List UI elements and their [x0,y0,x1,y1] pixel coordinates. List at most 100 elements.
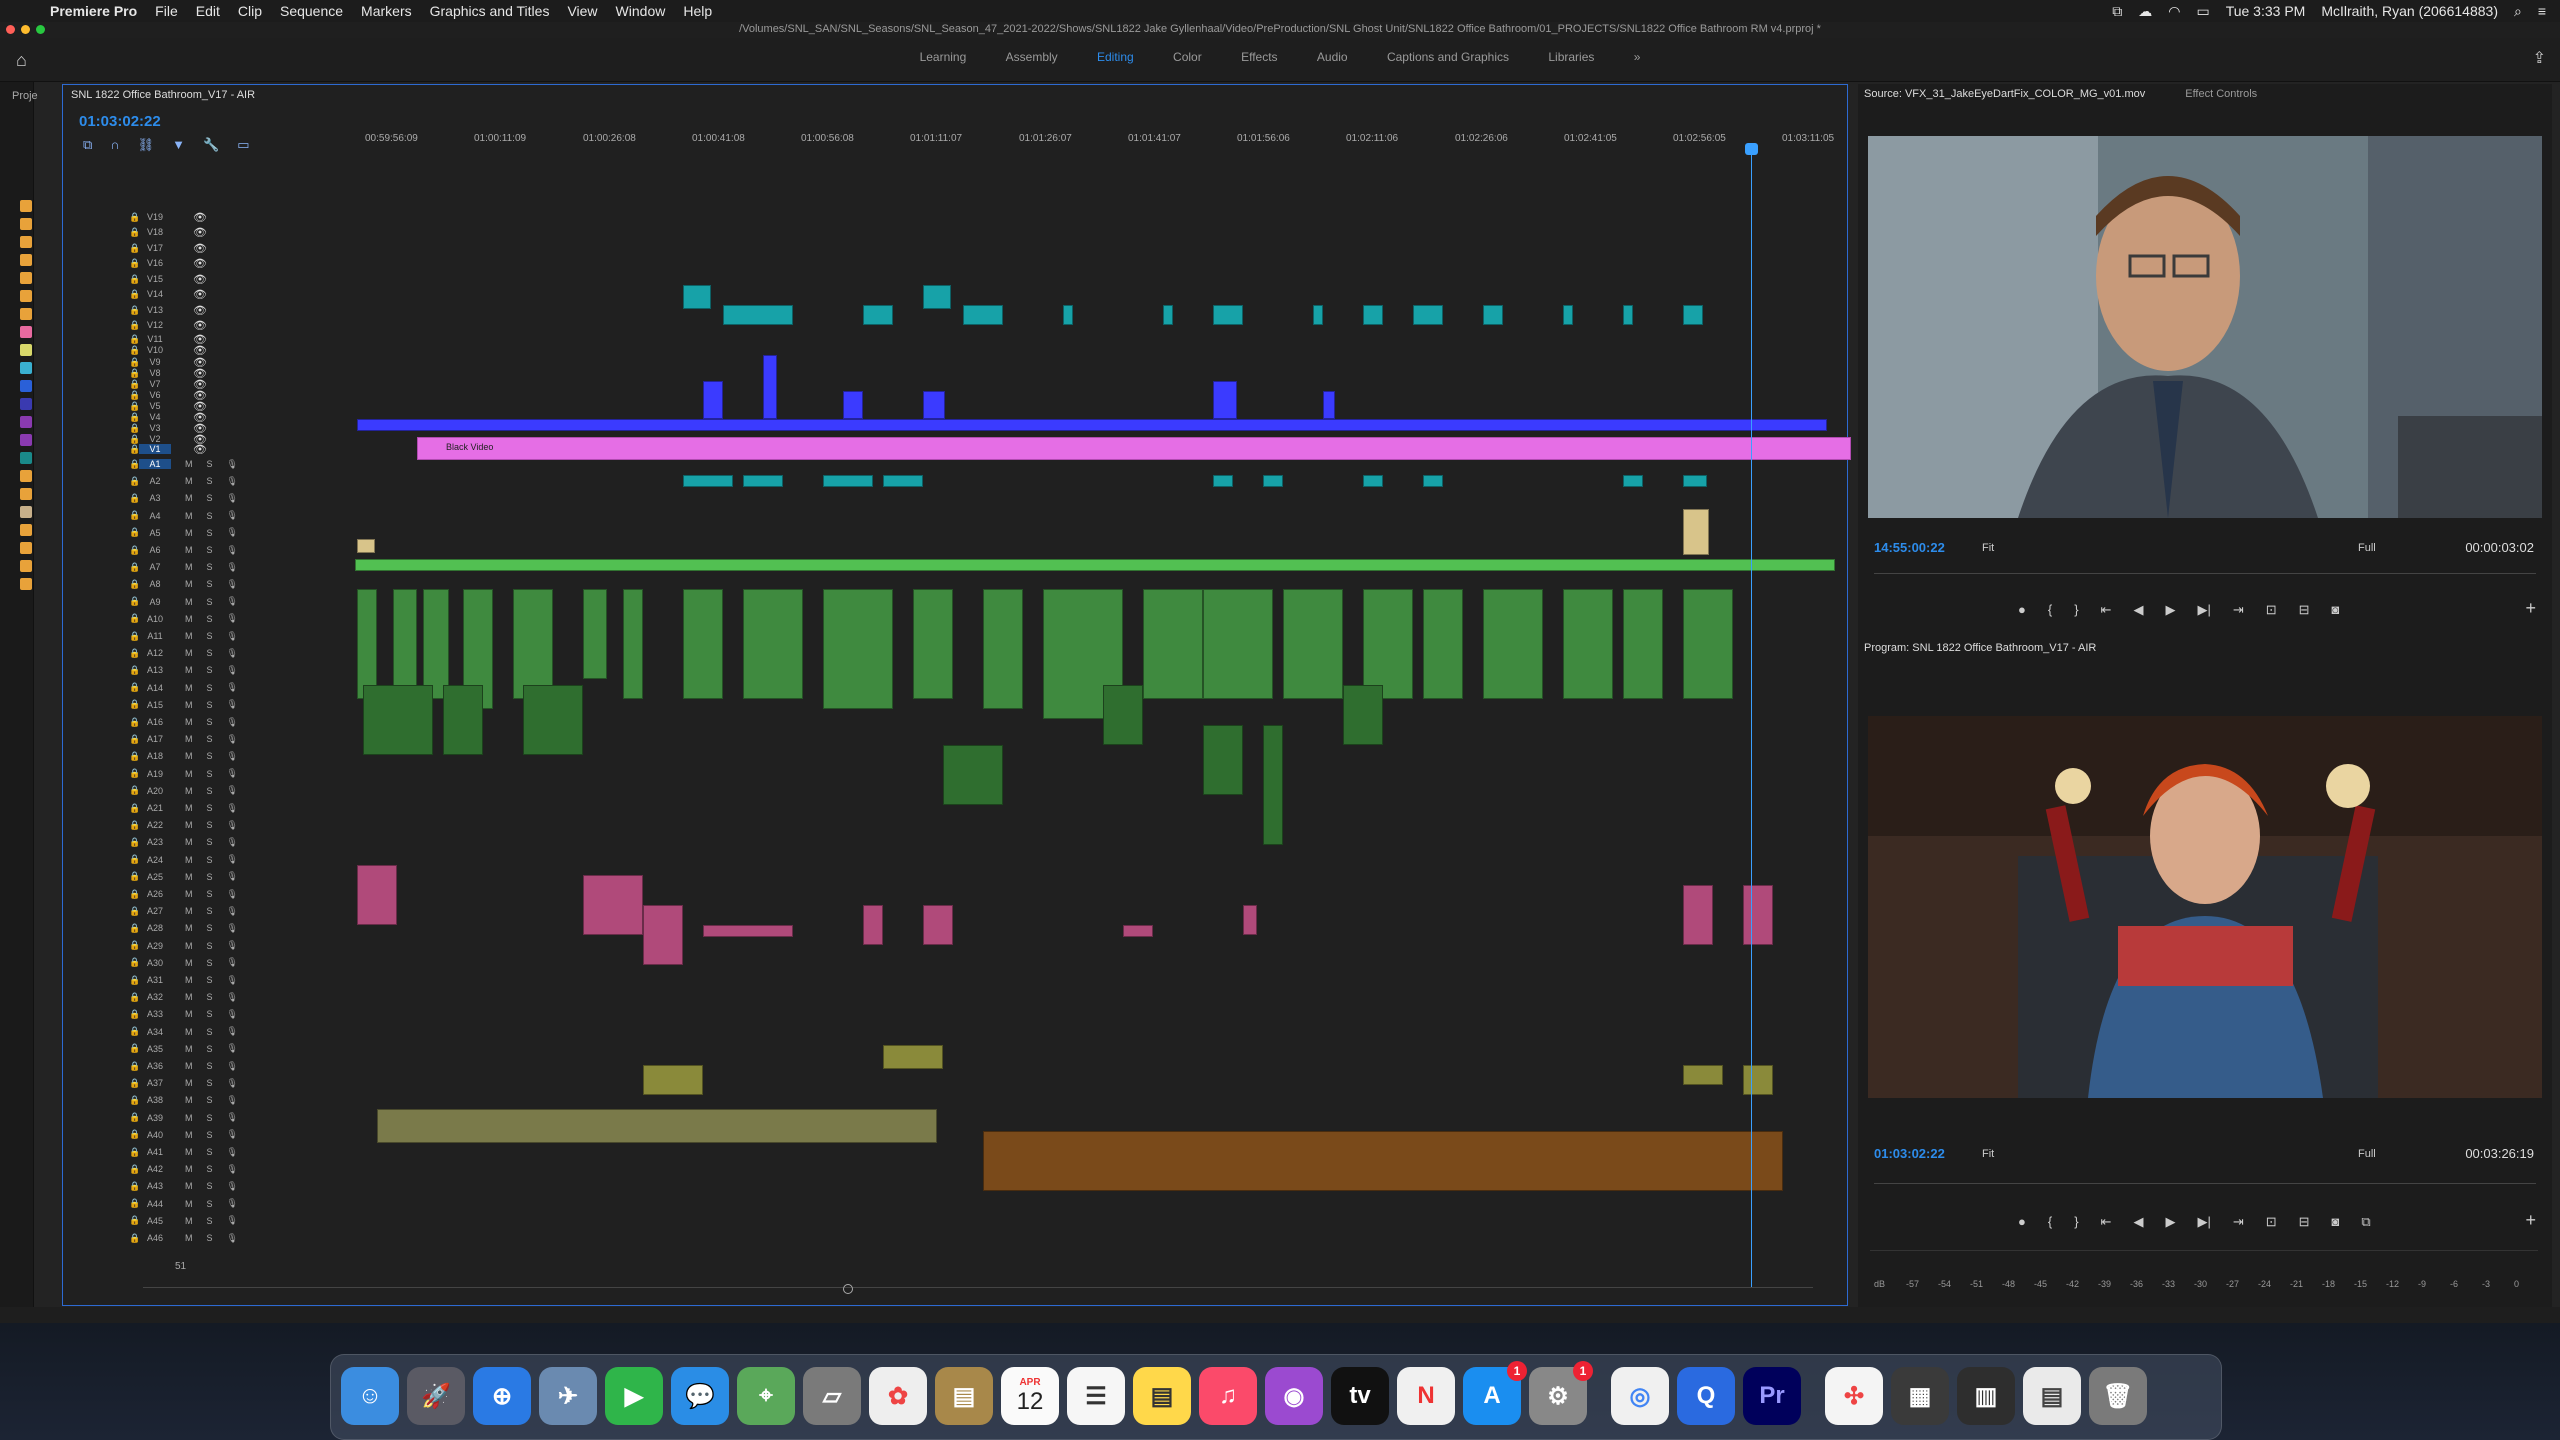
mute-button[interactable]: M [185,1078,193,1088]
solo-button[interactable]: S [207,1095,213,1105]
mic-icon[interactable]: 🎙 [227,820,238,831]
source-tab[interactable]: Source: VFX_31_JakeEyeDartFix_COLOR_MG_v… [1864,88,2145,100]
menu-view[interactable]: View [567,3,597,19]
solo-button[interactable]: S [207,803,213,813]
solo-button[interactable]: S [207,562,213,572]
audio-track-header[interactable]: 🔒 A7 M S 🎙 [129,560,238,574]
solo-button[interactable]: S [207,1061,213,1071]
facetime-icon[interactable]: ▶ [605,1367,663,1425]
timeline-clip[interactable] [1363,305,1383,325]
mic-icon[interactable]: 🎙 [227,975,238,986]
step-back-icon[interactable]: ◀ [2133,602,2143,618]
mute-button[interactable]: M [185,1233,193,1243]
menu-clip[interactable]: Clip [238,3,262,19]
solo-button[interactable]: S [207,855,213,865]
mute-button[interactable]: M [185,1147,193,1157]
news-icon[interactable]: N [1397,1367,1455,1425]
tab-effects[interactable]: Effects [1241,50,1277,64]
timeline-clip[interactable] [1363,589,1413,699]
audio-track-header[interactable]: 🔒 A36 M S 🎙 [129,1059,238,1073]
timeline-clip[interactable] [1343,685,1383,745]
timeline-clip[interactable] [1163,305,1173,325]
timeline-clip[interactable] [923,905,953,945]
audio-track-header[interactable]: 🔒 A40 M S 🎙 [129,1128,238,1142]
timeline-clip[interactable] [843,391,863,419]
menu-markers[interactable]: Markers [361,3,412,19]
eye-icon[interactable]: 👁 [193,242,207,255]
display-icon[interactable]: ▭ [2196,3,2209,20]
play-icon[interactable]: ▶ [2165,1214,2175,1230]
mute-button[interactable]: M [185,665,193,675]
solo-button[interactable]: S [207,837,213,847]
timeline-clip[interactable] [393,589,417,699]
mute-button[interactable]: M [185,1044,193,1054]
audio-track-header[interactable]: 🔒 A14 M S 🎙 [129,681,238,695]
audio-track-header[interactable]: 🔒 A18 M S 🎙 [129,749,238,763]
audio-track-header[interactable]: 🔒 A8 M S 🎙 [129,577,238,591]
mic-icon[interactable]: 🎙 [227,682,238,693]
mute-button[interactable]: M [185,906,193,916]
mute-button[interactable]: M [185,1130,193,1140]
lock-icon[interactable]: 🔒 [129,1129,140,1140]
menu-window[interactable]: Window [616,3,666,19]
timeline-horizontal-scrollbar[interactable] [143,1284,1813,1295]
timeline-clip[interactable] [1213,305,1243,325]
mute-button[interactable]: M [185,769,193,779]
timeline-clip[interactable] [1623,475,1643,487]
timeline-clip[interactable] [1423,589,1463,699]
mic-icon[interactable]: 🎙 [227,665,238,676]
solo-button[interactable]: S [207,958,213,968]
mic-icon[interactable]: 🎙 [227,751,238,762]
lock-icon[interactable]: 🔒 [129,682,140,693]
eye-icon[interactable]: 👁 [193,257,207,270]
lock-icon[interactable]: 🔒 [129,579,140,590]
lock-icon[interactable]: 🔒 [129,837,140,848]
audio-track-header[interactable]: 🔒 A22 M S 🎙 [129,818,238,832]
mic-icon[interactable]: 🎙 [227,1026,238,1037]
solo-button[interactable]: S [207,906,213,916]
solo-button[interactable]: S [207,700,213,710]
mic-icon[interactable]: 🎙 [227,957,238,968]
solo-button[interactable]: S [207,614,213,624]
tab-editing[interactable]: Editing [1097,50,1134,64]
audio-track-header[interactable]: 🔒 A43 M S 🎙 [129,1179,238,1193]
mic-icon[interactable]: 🎙 [227,562,238,573]
timeline-clip[interactable] [355,559,1835,571]
lock-icon[interactable]: 🔒 [129,545,140,556]
timeline-clip[interactable] [643,1065,703,1095]
mute-button[interactable]: M [185,820,193,830]
timeline-clip[interactable] [683,589,723,699]
mic-icon[interactable]: 🎙 [227,510,238,521]
share-icon[interactable]: ⇪ [2533,48,2546,68]
audio-track-header[interactable]: 🔒 A44 M S 🎙 [129,1197,238,1211]
source-timecode[interactable]: 14:55:00:22 [1874,540,1945,555]
tab-captions-graphics[interactable]: Captions and Graphics [1387,50,1509,64]
lock-icon[interactable]: 🔒 [129,562,140,573]
mute-button[interactable]: M [185,614,193,624]
solo-button[interactable]: S [207,923,213,933]
mic-icon[interactable]: 🎙 [227,1061,238,1072]
notification-center-icon[interactable]: ≡ [2538,3,2546,19]
compare-icon[interactable]: ⧉ [2361,1214,2370,1230]
timeline-clip[interactable] [377,1109,937,1143]
timeline-clip[interactable] [1743,885,1773,945]
project-panel-label[interactable]: Proje [12,90,38,102]
reminders-icon[interactable]: ☰ [1067,1367,1125,1425]
source-quality-dropdown[interactable]: Full [2358,542,2376,554]
mic-icon[interactable]: 🎙 [227,854,238,865]
solo-button[interactable]: S [207,1233,213,1243]
go-to-out-icon[interactable]: ⇥ [2233,602,2244,618]
mute-button[interactable]: M [185,1061,193,1071]
mic-icon[interactable]: 🎙 [227,768,238,779]
solo-button[interactable]: S [207,820,213,830]
timeline-clip[interactable] [423,589,449,699]
audio-track-header[interactable]: 🔒 A32 M S 🎙 [129,990,238,1004]
timeline-clip[interactable] [823,589,893,709]
lock-icon[interactable]: 🔒 [129,699,140,710]
video-track-header[interactable]: 🔒 V15 👁 [129,272,207,286]
solo-button[interactable]: S [207,1009,213,1019]
mute-button[interactable]: M [185,751,193,761]
solo-button[interactable]: S [207,1130,213,1140]
timeline-clip[interactable] [763,355,777,419]
solo-button[interactable]: S [207,717,213,727]
